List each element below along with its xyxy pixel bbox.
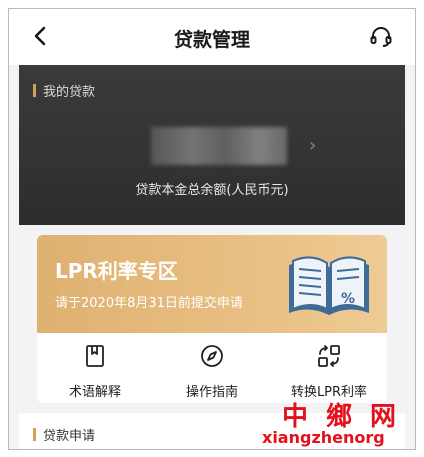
- bookmark-icon: [86, 345, 104, 367]
- convert-icon: [318, 345, 340, 367]
- page-title: 贷款管理: [173, 29, 250, 51]
- my-loan-section-title: 我的贷款: [33, 81, 95, 100]
- top-bar: 贷款管理: [9, 9, 415, 65]
- app-screen: 贷款管理 我的贷款 › 贷款本金总余额(人民币元) LPR利率专区 请于2020…: [8, 8, 416, 450]
- open-book-icon: %: [289, 256, 369, 315]
- amount-caption: 贷款本金总余额(人民币元): [135, 183, 289, 198]
- convert-lpr-button[interactable]: 转换LPR利率: [271, 343, 387, 400]
- my-loan-card[interactable]: 我的贷款 › 贷款本金总余额(人民币元): [19, 65, 405, 225]
- masked-amount: [151, 127, 287, 165]
- loan-apply-title: 贷款申请: [33, 425, 95, 444]
- glossary-label: 术语解释: [68, 385, 121, 400]
- compass-icon: [201, 345, 223, 367]
- section-marker: [33, 84, 36, 97]
- promo-title: LPR利率专区: [55, 259, 178, 283]
- watermark-english: xiangzhenorg: [262, 428, 385, 447]
- chevron-right-icon[interactable]: ›: [309, 135, 316, 156]
- guide-button[interactable]: 操作指南: [154, 343, 270, 400]
- promo-subtitle: 请于2020年8月31日前提交申请: [55, 296, 243, 311]
- headset-icon[interactable]: [369, 25, 393, 49]
- lpr-promo-banner[interactable]: LPR利率专区 请于2020年8月31日前提交申请 %: [37, 235, 387, 333]
- glossary-button[interactable]: 术语解释: [37, 343, 153, 400]
- section-marker: [33, 428, 36, 441]
- lpr-actions-panel: 术语解释 操作指南 转换LPR利率: [37, 333, 387, 403]
- guide-label: 操作指南: [185, 385, 238, 400]
- svg-text:%: %: [341, 291, 355, 307]
